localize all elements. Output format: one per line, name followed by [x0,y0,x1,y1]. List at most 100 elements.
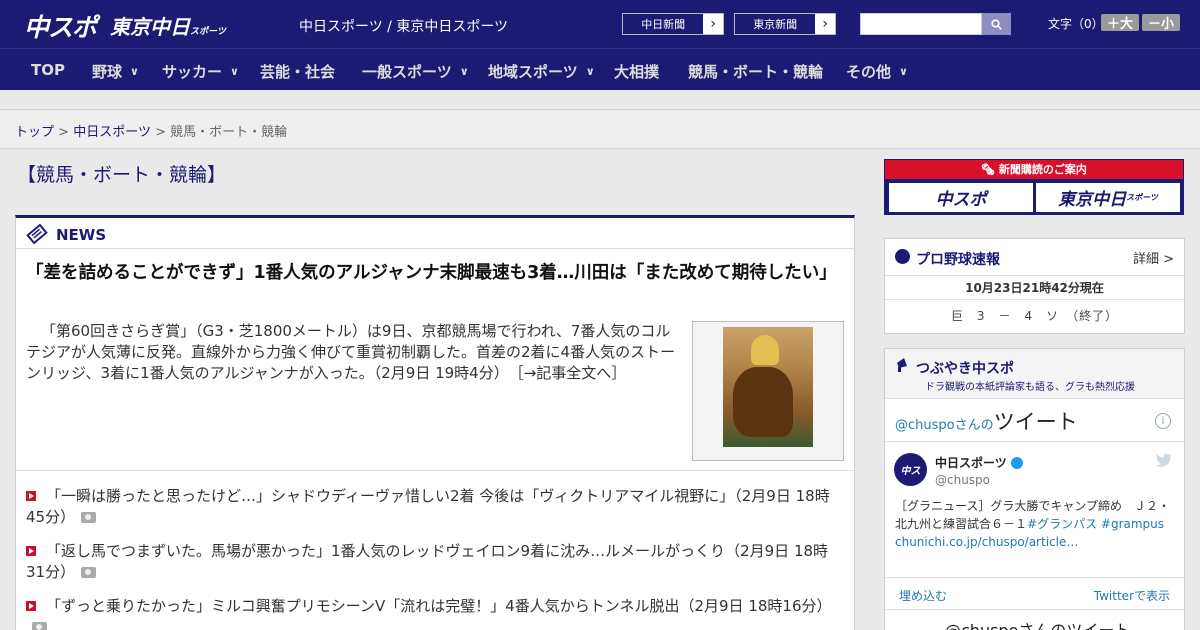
nav-label: その他 [846,63,892,81]
twitter-subtitle: ドラ観戦の本紙評論家も語る、グラも熱烈応援 [925,382,1135,393]
tokyo-chunichi-logo[interactable]: 東京中日スポーツ [110,11,226,40]
news-heading: NEWS [56,226,107,244]
subscription-label[interactable]: 🗞︎ 新聞購読のご案内 [885,160,1183,179]
main-nav: TOP 野球 ∨ サッカー ∨ 芸能・社会 一般スポーツ ∨ 地域スポーツ ∨ 大相撲 … [0,48,1200,90]
search-input[interactable] [860,13,982,35]
tweet-author[interactable]: 中日スポーツ [935,454,1023,471]
hashtag-link[interactable]: #グランパス [1027,517,1097,531]
embed-link[interactable]: 埋め込む [899,587,947,604]
tokyo-logo-main: 東京中日 [110,15,190,39]
divider [885,441,1184,442]
tweets-word: ツイート [993,410,1078,434]
divider [885,577,1184,578]
horse-figure [733,367,793,437]
play-icon [26,601,36,611]
nav-label: サッカー [162,63,223,81]
nav-label: TOP [31,61,65,79]
chevron-right-icon: › [710,16,716,32]
tweet-text: ［グラニュース］グラ大勝でキャンプ締め Ｊ２・北九州と練習試合６－１#グランパス… [895,497,1177,551]
tweets-handle-link[interactable]: @chuspoさんの [895,418,994,433]
site-title: 中日スポーツ / 東京中日スポーツ [299,19,509,35]
twitter-widget: つぶやき中スポ ドラ観戦の本紙評論家も語る、グラも熱烈応援 @chuspoさんの… [884,348,1185,630]
news-item-text: 「返し馬でつまずいた。馬場が悪かった」1番人気のレッドヴェイロン9着に沈み…ルメ… [26,542,829,581]
site-header: 中スポ 東京中日スポーツ 中日スポーツ / 東京中日スポーツ 中日新聞 › 東京… [0,0,1200,48]
tokyo-shimbun-link[interactable]: 東京新聞 › [734,13,836,35]
chunichi-shimbun-label: 中日新聞 [623,14,704,34]
news-item-text: 「一瞬は勝ったと思ったけど…」シャドウディーヴァ惜しい2着 今後は「ヴィクトリア… [26,487,830,526]
play-icon [26,491,36,501]
baseball-score[interactable]: 巨 3 － 4 ソ （終了） [885,300,1184,333]
nav-label: 大相撲 [614,63,660,81]
view-on-twitter-link[interactable]: Twitterで表示 [1094,587,1170,604]
tweet-handle[interactable]: @chuspo [935,473,990,487]
chuspo-logo[interactable]: 中スポ [24,8,97,44]
baseball-icon [895,249,910,264]
nav-item-baseball[interactable]: 野球 ∨ [92,61,139,82]
baseball-title: プロ野球速報 [916,252,1000,268]
font-bigger-button[interactable]: ＋大 [1101,14,1139,32]
breadcrumb-separator: > [155,125,166,140]
baseball-details-link[interactable]: 詳細 > [1133,248,1174,267]
info-icon[interactable]: i [1155,413,1171,429]
nav-item-other[interactable]: その他 ∨ [846,61,908,82]
divider [885,609,1184,610]
nav-item-soccer[interactable]: サッカー ∨ [162,61,239,82]
chevron-down-icon: ∨ [130,65,139,78]
newspaper-icon [26,224,48,244]
megaphone-icon [897,358,907,372]
news-panel: NEWS 「差を詰めることができず」1番人気のアルジャンナ末脚最速も3着…川田は… [15,215,855,630]
font-smaller-button[interactable]: －小 [1142,14,1180,32]
jockey-horse-photo [723,327,813,447]
news-list-item[interactable]: 「ずっと乗りたかった」ミルコ興奮プリモシーンV「流れは完璧！」4番人気からトンネ… [26,596,846,630]
nav-item-general-sports[interactable]: 一般スポーツ ∨ [362,61,469,82]
subscription-text: 新聞購読のご案内 [998,163,1087,176]
twitter-title: つぶやき中スポ [916,361,1014,377]
lead-article-photo[interactable] [692,321,844,461]
breadcrumb-separator: > [58,125,70,140]
nav-label: 一般スポーツ [362,63,452,81]
twitter-bird-icon[interactable] [1156,453,1172,467]
camera-icon [81,567,97,578]
breadcrumb-home[interactable]: トップ [15,125,54,140]
nav-item-sumo[interactable]: 大相撲 [614,61,659,82]
more-tweets-heading[interactable]: @chuspoさんのツイート [945,617,1130,630]
breadcrumb-current: 競馬・ボート・競輪 [170,125,288,140]
subscribe-chuspo-button[interactable]: 中スポ [889,183,1033,212]
breadcrumb-bar: トップ > 中日スポーツ > 競馬・ボート・競輪 [0,111,1200,149]
nav-item-regional-sports[interactable]: 地域スポーツ ∨ [488,61,595,82]
header-spacer [0,90,1200,110]
news-header: NEWS [16,218,854,249]
baseball-scoreboard: プロ野球速報 詳細 > 10月23日21時42分現在 巨 3 － 4 ソ （終了… [884,238,1185,334]
nav-item-keiba[interactable]: 競馬・ボート・競輪 [688,61,823,82]
breadcrumb: トップ > 中日スポーツ > 競馬・ボート・競輪 [15,121,287,140]
nav-label: 野球 [92,63,123,81]
play-icon [26,546,36,556]
chevron-down-icon: ∨ [899,65,908,78]
nav-label: 地域スポーツ [488,63,578,81]
news-list-item[interactable]: 「一瞬は勝ったと思ったけど…」シャドウディーヴァ惜しい2着 今後は「ヴィクトリア… [26,486,846,528]
breadcrumb-parent[interactable]: 中日スポーツ [73,125,151,140]
chunichi-shimbun-link[interactable]: 中日新聞 › [622,13,724,35]
news-list-item[interactable]: 「返し馬でつまずいた。馬場が悪かった」1番人気のレッドヴェイロン9着に沈み…ルメ… [26,541,846,583]
chevron-down-icon: ∨ [585,65,595,78]
tokyo-shimbun-label: 東京新聞 [735,14,816,34]
nav-item-entertainment[interactable]: 芸能・社会 [260,61,335,82]
lead-article-body: 「第60回きさらぎ賞」（G3・芝1800メートル）は9日、京都競馬場で行われ、7… [26,322,676,382]
baseball-header: プロ野球速報 詳細 > [885,239,1184,276]
twitter-header: つぶやき中スポ ドラ観戦の本紙評論家も語る、グラも熱烈応援 [885,349,1184,399]
nav-label: 競馬・ボート・競輪 [688,63,824,81]
chevron-down-icon: ∨ [459,65,469,78]
news-divider [16,470,854,471]
nav-item-top[interactable]: TOP [31,61,65,79]
avatar[interactable]: 中ス [894,453,927,486]
jockey-figure [751,335,779,365]
subscribe-tokyo-label: 東京中日 [1058,190,1127,210]
subscribe-tokyo-small: スポーツ [1126,193,1158,202]
subscribe-tokyo-button[interactable]: 東京中日 スポーツ [1036,183,1180,212]
font-size-label: 文字（0） [1048,17,1104,31]
tweet-url-link[interactable]: chunichi.co.jp/chuspo/article… [895,535,1078,549]
lead-article-title[interactable]: 「差を詰めることができず」1番人気のアルジャンナ末脚最速も3着…川田は「また改め… [26,260,837,287]
search-button[interactable] [982,13,1011,35]
tweet-author-name: 中日スポーツ [935,456,1007,470]
hashtag-link[interactable]: #grampus [1101,517,1164,531]
